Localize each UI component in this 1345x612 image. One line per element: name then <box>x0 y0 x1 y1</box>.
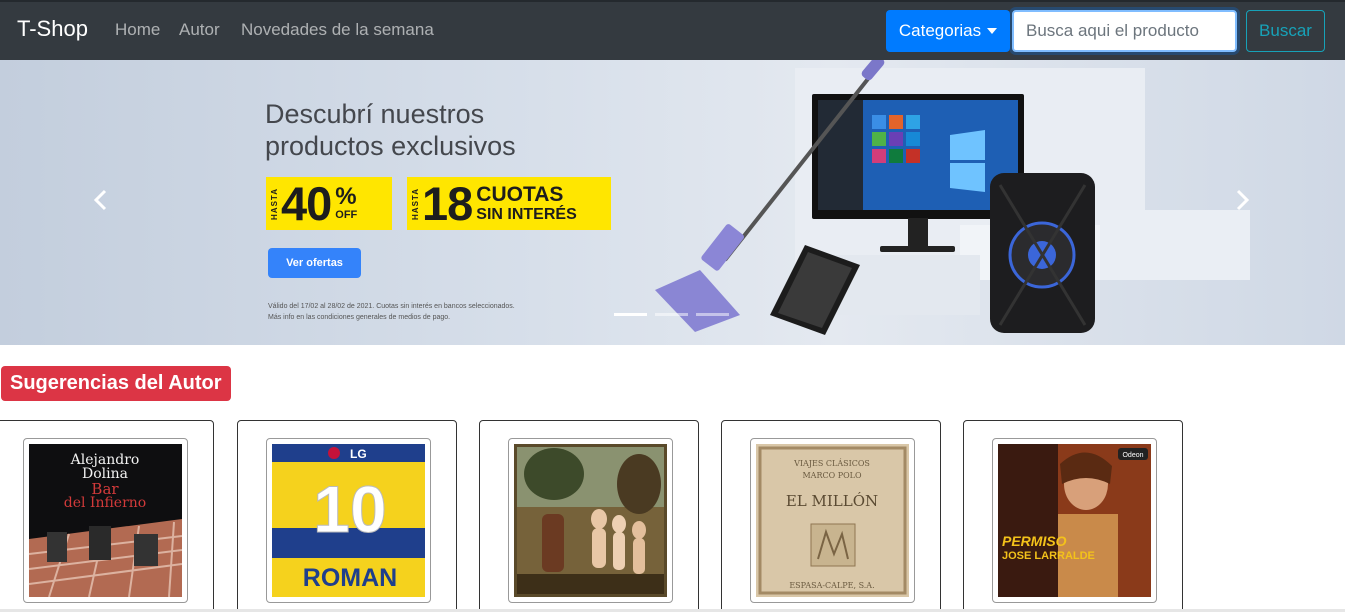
promo-discount-badge: HASTA 40 % OFF <box>266 177 392 230</box>
carousel-prev-button[interactable] <box>86 180 116 220</box>
svg-text:ROMAN: ROMAN <box>303 564 397 592</box>
product-image-5[interactable]: Odeon PERMISO JOSE LARRALDE <box>992 438 1157 603</box>
promo-percent-value: 40 <box>281 176 332 230</box>
mop-head <box>655 270 740 332</box>
carousel-indicator-2[interactable] <box>655 313 688 316</box>
chevron-right-icon <box>1236 189 1250 211</box>
svg-text:10: 10 <box>313 472 386 546</box>
hero-title-line1: Descubrí nuestros <box>265 99 485 129</box>
nav-link-novedades[interactable]: Novedades de la semana <box>241 20 434 40</box>
svg-text:VIAJES CLÁSICOS: VIAJES CLÁSICOS <box>793 459 870 468</box>
carousel-indicator-1[interactable] <box>614 313 647 316</box>
product-card-1[interactable]: Alejandro Dolina Bar del Infierno <box>0 420 214 612</box>
painting-icon <box>514 444 667 597</box>
hero-carousel: Descubrí nuestros productos exclusivos H… <box>0 60 1345 345</box>
carousel-next-button[interactable] <box>1227 180 1257 220</box>
svg-text:del Infierno: del Infierno <box>64 495 146 511</box>
promo-sin-interes-label: SIN INTERÉS <box>476 206 577 223</box>
monitor-neck <box>908 218 928 246</box>
old-book-icon: VIAJES CLÁSICOS MARCO POLO EL MILLÓN ESP… <box>756 444 909 597</box>
product-card-2[interactable]: LG 10 ROMAN <box>237 420 457 612</box>
svg-text:JOSE LARRALDE: JOSE LARRALDE <box>1002 550 1095 562</box>
svg-text:EL MILLÓN: EL MILLÓN <box>786 492 878 510</box>
categories-dropdown-button[interactable]: Categorias <box>886 10 1010 52</box>
monitor-base <box>880 246 955 252</box>
product-card-4[interactable]: VIAJES CLÁSICOS MARCO POLO EL MILLÓN ESP… <box>721 420 941 612</box>
product-image-3[interactable] <box>508 438 673 603</box>
svg-text:ESPASA-CALPE, S.A.: ESPASA-CALPE, S.A. <box>789 581 874 590</box>
promo-hasta-label: HASTA <box>270 187 279 220</box>
jersey-icon: LG 10 ROMAN <box>272 444 425 597</box>
promo-off-label: OFF <box>335 209 358 221</box>
windows-logo <box>950 130 985 160</box>
svg-text:PERMISO: PERMISO <box>1002 533 1067 549</box>
search-input[interactable] <box>1012 10 1237 52</box>
promo-hasta-label-2: HASTA <box>411 187 420 220</box>
categories-label: Categorias <box>898 21 982 40</box>
caret-down-icon <box>987 28 998 34</box>
svg-text:LG: LG <box>350 447 367 461</box>
carousel-indicator-3[interactable] <box>696 313 729 316</box>
book-cover-icon: Alejandro Dolina Bar del Infierno <box>29 444 182 597</box>
product-image-1[interactable]: Alejandro Dolina Bar del Infierno <box>23 438 188 603</box>
nav-link-home[interactable]: Home <box>115 20 160 40</box>
pedestal-right <box>1100 210 1250 280</box>
section-title: Sugerencias del Autor <box>1 366 231 401</box>
promo-percent-sign: % <box>335 183 357 210</box>
promo-installments-value: 18 <box>422 176 473 230</box>
product-image-2[interactable]: LG 10 ROMAN <box>266 438 431 603</box>
carousel-indicators <box>614 313 729 316</box>
hero-title-line2: productos exclusivos <box>265 131 516 161</box>
search-button[interactable]: Buscar <box>1246 10 1325 52</box>
legal-text: Válido del 17/02 al 28/02 de 2021. Cuota… <box>268 301 568 323</box>
legal-line2: Más info en las condiciones generales de… <box>268 314 451 321</box>
svg-text:Odeon: Odeon <box>1122 452 1143 459</box>
legal-line1: Válido del 17/02 al 28/02 de 2021. Cuota… <box>268 303 515 310</box>
hero-title: Descubrí nuestros productos exclusivos <box>265 98 625 162</box>
promo-installments-badge: HASTA 18 CUOTAS SIN INTERÉS <box>407 177 611 230</box>
product-image-4[interactable]: VIAJES CLÁSICOS MARCO POLO EL MILLÓN ESP… <box>750 438 915 603</box>
nav-link-autor[interactable]: Autor <box>179 20 220 40</box>
svg-text:MARCO POLO: MARCO POLO <box>802 471 861 480</box>
chevron-left-icon <box>93 189 107 211</box>
promo-cuotas-label: CUOTAS <box>476 183 564 206</box>
product-card-3[interactable] <box>479 420 699 612</box>
ver-ofertas-button[interactable]: Ver ofertas <box>268 248 361 278</box>
album-cover-icon: Odeon PERMISO JOSE LARRALDE <box>998 444 1151 597</box>
product-card-5[interactable]: Odeon PERMISO JOSE LARRALDE <box>963 420 1183 612</box>
navbar: T-Shop Home Autor Novedades de la semana… <box>0 0 1345 60</box>
brand-logo[interactable]: T-Shop <box>17 16 88 42</box>
